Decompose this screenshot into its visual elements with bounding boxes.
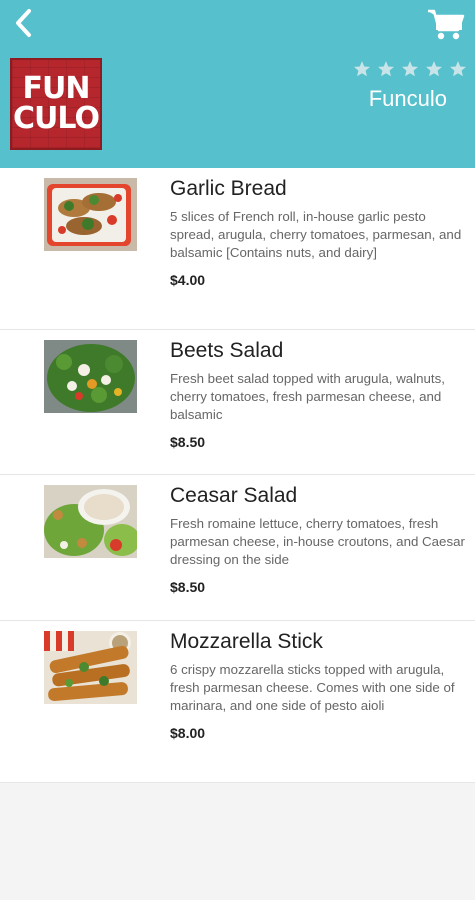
item-price: $8.00 <box>170 725 206 741</box>
item-description: Fresh romaine lettuce, cherry tomatoes, … <box>170 516 465 567</box>
chevron-left-icon <box>16 9 31 37</box>
shopping-cart-icon <box>428 9 465 40</box>
star-icon <box>426 61 442 77</box>
item-description: Fresh beet salad topped with arugula, wa… <box>170 371 445 422</box>
restaurant-logo: FUN CULO <box>10 58 102 150</box>
menu-item[interactable]: Beets Salad Fresh beet salad topped with… <box>0 330 475 475</box>
menu-item[interactable]: Mozzarella Stick 6 crispy mozzarella sti… <box>0 621 475 783</box>
item-name: Beets Salad <box>170 339 284 362</box>
menu-item[interactable]: Ceasar Salad Fresh romaine lettuce, cher… <box>0 475 475 621</box>
logo-text-bottom: CULO <box>13 101 100 136</box>
menu-list: Garlic Bread 5 slices of French roll, in… <box>0 168 475 783</box>
item-name: Garlic Bread <box>170 177 287 200</box>
logo-text-top: FUN <box>22 71 91 106</box>
item-name: Ceasar Salad <box>170 484 298 507</box>
cart-button[interactable] <box>427 8 465 42</box>
item-price: $4.00 <box>170 272 206 288</box>
item-price: $8.50 <box>170 579 206 595</box>
star-icon <box>354 61 370 77</box>
garlic-bread-photo <box>44 178 137 251</box>
rating-stars <box>353 60 467 78</box>
item-description: 5 slices of French roll, in-house garlic… <box>170 209 462 260</box>
app-header: FUN CULO Funculo <box>0 0 475 168</box>
item-description: 6 crispy mozzarella sticks topped with a… <box>170 662 455 713</box>
ceasar-salad-photo <box>44 485 137 558</box>
beets-salad-photo <box>44 340 137 413</box>
item-price: $8.50 <box>170 434 206 450</box>
item-name: Mozzarella Stick <box>170 630 323 653</box>
star-icon <box>378 61 394 77</box>
restaurant-name: Funculo <box>368 86 447 111</box>
star-icon <box>450 61 466 77</box>
back-button[interactable] <box>8 6 38 40</box>
mozzarella-stick-photo <box>44 631 137 704</box>
menu-item[interactable]: Garlic Bread 5 slices of French roll, in… <box>0 168 475 330</box>
star-icon <box>402 61 418 77</box>
